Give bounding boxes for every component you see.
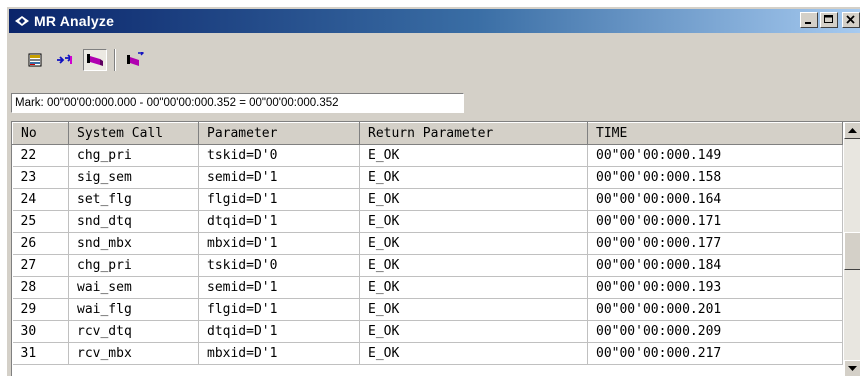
jump-arrows-icon bbox=[57, 54, 73, 64]
cell-system-call: chg_pri bbox=[68, 254, 199, 277]
mark-range-button[interactable] bbox=[123, 49, 147, 71]
title-bar[interactable]: MR Analyze bbox=[9, 9, 860, 33]
mark-task-button[interactable] bbox=[83, 49, 107, 71]
cell-parameter: mbxid=D'1 bbox=[198, 232, 360, 255]
table-row[interactable]: 31 rcv_mbx mbxid=D'1 E_OK 00"00'00:000.217 bbox=[12, 342, 843, 365]
maximize-button[interactable] bbox=[820, 12, 838, 28]
scroll-down-button[interactable] bbox=[844, 360, 860, 376]
system-call-table: No System Call Parameter Return Paramete… bbox=[12, 122, 843, 365]
cell-system-call: rcv_mbx bbox=[68, 342, 199, 365]
table-row[interactable]: 30 rcv_dtq dtqid=D'1 E_OK 00"00'00:000.209 bbox=[12, 320, 843, 343]
cell-time: 00"00'00:000.158 bbox=[587, 166, 843, 189]
vertical-scrollbar[interactable] bbox=[844, 122, 860, 376]
arrow-up-icon bbox=[848, 127, 857, 133]
column-header-return-parameter[interactable]: Return Parameter bbox=[359, 122, 588, 145]
minimize-icon bbox=[805, 22, 811, 24]
table-row[interactable]: 29 wai_flg flgid=D'1 E_OK 00"00'00:000.201 bbox=[12, 298, 843, 321]
cell-no: 26 bbox=[12, 232, 69, 255]
cell-return-parameter: E_OK bbox=[359, 232, 588, 255]
cell-system-call: wai_sem bbox=[68, 276, 199, 299]
cell-system-call: snd_mbx bbox=[68, 232, 199, 255]
column-header-no[interactable]: No bbox=[12, 122, 69, 145]
close-button[interactable] bbox=[842, 12, 860, 28]
jump-button[interactable] bbox=[53, 49, 77, 71]
cell-parameter: tskid=D'0 bbox=[198, 144, 360, 167]
cell-parameter: flgid=D'1 bbox=[198, 188, 360, 211]
cell-parameter: mbxid=D'1 bbox=[198, 342, 360, 365]
cell-return-parameter: E_OK bbox=[359, 166, 588, 189]
table-header-row: No System Call Parameter Return Paramete… bbox=[12, 122, 843, 145]
cell-return-parameter: E_OK bbox=[359, 342, 588, 365]
cell-no: 29 bbox=[12, 298, 69, 321]
cell-time: 00"00'00:000.184 bbox=[587, 254, 843, 277]
cell-system-call: sig_sem bbox=[68, 166, 199, 189]
system-call-grid: No System Call Parameter Return Paramete… bbox=[11, 121, 860, 376]
close-icon bbox=[846, 15, 855, 24]
cell-parameter: semid=D'1 bbox=[198, 276, 360, 299]
cell-return-parameter: E_OK bbox=[359, 144, 588, 167]
cell-no: 25 bbox=[12, 210, 69, 233]
cell-no: 24 bbox=[12, 188, 69, 211]
cell-system-call: rcv_dtq bbox=[68, 320, 199, 343]
mark-range-display: Mark: 00"00'00:000.000 - 00"00'00:000.35… bbox=[11, 93, 464, 113]
table-row[interactable]: 27 chg_pri tskid=D'0 E_OK 00"00'00:000.184 bbox=[12, 254, 843, 277]
table-row[interactable]: 24 set_flg flgid=D'1 E_OK 00"00'00:000.164 bbox=[12, 188, 843, 211]
cell-no: 22 bbox=[12, 144, 69, 167]
mark-task-icon bbox=[87, 54, 103, 66]
cell-time: 00"00'00:000.201 bbox=[587, 298, 843, 321]
cell-system-call: chg_pri bbox=[68, 144, 199, 167]
cell-time: 00"00'00:000.149 bbox=[587, 144, 843, 167]
cell-system-call: snd_dtq bbox=[68, 210, 199, 233]
table-row[interactable]: 23 sig_sem semid=D'1 E_OK 00"00'00:000.158 bbox=[12, 166, 843, 189]
cell-parameter: tskid=D'0 bbox=[198, 254, 360, 277]
cell-parameter: flgid=D'1 bbox=[198, 298, 360, 321]
cell-system-call: wai_flg bbox=[68, 298, 199, 321]
column-header-system-call[interactable]: System Call bbox=[68, 122, 199, 145]
mark-range-icon bbox=[127, 52, 144, 66]
cell-time: 00"00'00:000.177 bbox=[587, 232, 843, 255]
cell-system-call: set_flg bbox=[68, 188, 199, 211]
window-title: MR Analyze bbox=[34, 13, 115, 29]
cell-return-parameter: E_OK bbox=[359, 320, 588, 343]
cell-parameter: dtqid=D'1 bbox=[198, 320, 360, 343]
cell-no: 27 bbox=[12, 254, 69, 277]
minimize-button[interactable] bbox=[800, 12, 818, 28]
table-body: 22 chg_pri tskid=D'0 E_OK 00"00'00:000.149 23… bbox=[12, 144, 843, 365]
cell-parameter: dtqid=D'1 bbox=[198, 210, 360, 233]
list-view-icon bbox=[28, 53, 42, 67]
toolbar bbox=[9, 45, 147, 75]
cell-parameter: semid=D'1 bbox=[198, 166, 360, 189]
cell-no: 30 bbox=[12, 320, 69, 343]
cell-return-parameter: E_OK bbox=[359, 254, 588, 277]
column-header-parameter[interactable]: Parameter bbox=[198, 122, 360, 145]
table-row[interactable]: 22 chg_pri tskid=D'0 E_OK 00"00'00:000.149 bbox=[12, 144, 843, 167]
cell-return-parameter: E_OK bbox=[359, 276, 588, 299]
window-controls bbox=[800, 12, 860, 28]
cell-time: 00"00'00:000.171 bbox=[587, 210, 843, 233]
cell-return-parameter: E_OK bbox=[359, 298, 588, 321]
cell-return-parameter: E_OK bbox=[359, 210, 588, 233]
cell-no: 23 bbox=[12, 166, 69, 189]
cell-return-parameter: E_OK bbox=[359, 188, 588, 211]
table-row[interactable]: 26 snd_mbx mbxid=D'1 E_OK 00"00'00:000.177 bbox=[12, 232, 843, 255]
cell-no: 31 bbox=[12, 342, 69, 365]
list-view-button[interactable] bbox=[23, 49, 47, 71]
cell-time: 00"00'00:000.217 bbox=[587, 342, 843, 365]
mr-analyze-window: MR Analyze Mark: 00"00'00:000.000 - 00"0… bbox=[6, 6, 860, 376]
arrow-down-icon bbox=[848, 365, 857, 371]
scrollbar-thumb[interactable] bbox=[844, 232, 860, 270]
cell-no: 28 bbox=[12, 276, 69, 299]
table-row[interactable]: 28 wai_sem semid=D'1 E_OK 00"00'00:000.193 bbox=[12, 276, 843, 299]
table-row[interactable]: 25 snd_dtq dtqid=D'1 E_OK 00"00'00:000.171 bbox=[12, 210, 843, 233]
diamond-app-icon bbox=[14, 14, 30, 28]
maximize-icon bbox=[824, 15, 833, 23]
cell-time: 00"00'00:000.164 bbox=[587, 188, 843, 211]
cell-time: 00"00'00:000.209 bbox=[587, 320, 843, 343]
cell-time: 00"00'00:000.193 bbox=[587, 276, 843, 299]
column-header-time[interactable]: TIME bbox=[587, 122, 843, 145]
toolbar-separator bbox=[114, 49, 116, 71]
scroll-up-button[interactable] bbox=[844, 122, 860, 139]
